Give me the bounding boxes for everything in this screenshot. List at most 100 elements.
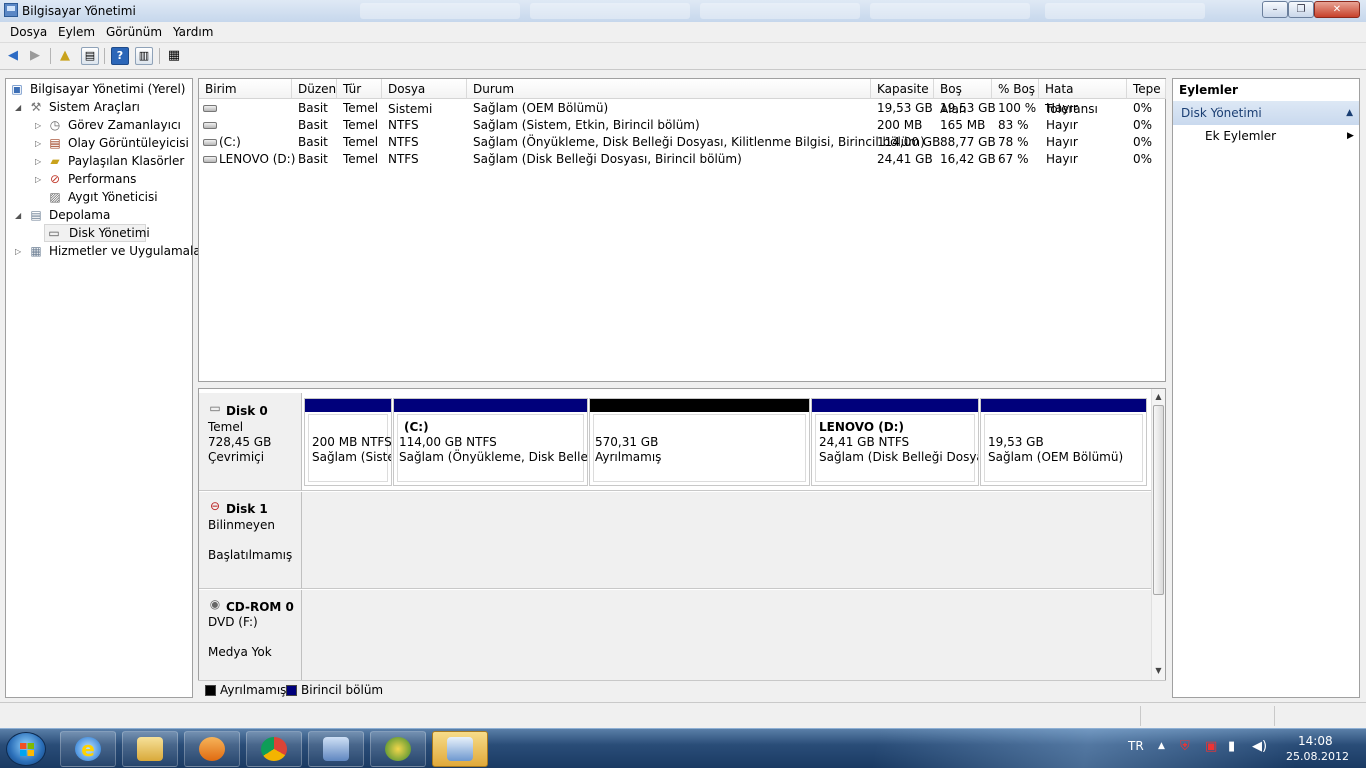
expand-arrow-icon[interactable]: ▷ — [35, 153, 41, 171]
expand-arrow-icon[interactable]: ▷ — [35, 171, 41, 189]
taskbar: e TR ▲ ⛨ ▣ ▮ ◀) 14:08 25.08.2012 — [0, 728, 1366, 768]
column-header-kapasite[interactable]: Kapasite — [871, 79, 934, 99]
partition-unallocated[interactable]: 570,31 GB Ayrılmamış — [589, 398, 810, 486]
actions-header: Eylemler — [1179, 83, 1238, 97]
taskbar-internet-explorer[interactable]: e — [60, 731, 116, 767]
expand-arrow-icon[interactable]: ▷ — [35, 135, 41, 153]
forward-icon[interactable]: ▶ — [26, 47, 44, 65]
partition-oem[interactable]: 19,53 GB Sağlam (OEM Bölümü) — [980, 398, 1147, 486]
show-hide-action-pane-icon[interactable]: ▥ — [135, 47, 153, 65]
folder-icon — [137, 737, 163, 761]
volume-drive-icon — [203, 105, 217, 112]
collapse-up-icon[interactable]: ▲ — [1346, 101, 1353, 125]
close-button[interactable]: ✕ — [1314, 1, 1360, 18]
language-indicator[interactable]: TR — [1128, 739, 1144, 753]
actions-section-disk-management[interactable]: Disk Yönetimi ▲ — [1173, 101, 1359, 125]
tree-node-task-scheduler[interactable]: ▷ ◷ Görev Zamanlayıcı — [6, 116, 186, 134]
tree-node-storage[interactable]: ◢ ▤ Depolama — [6, 206, 186, 224]
column-header-hata-toleransi[interactable]: Hata Toleransı — [1039, 79, 1127, 116]
properties-icon[interactable]: ▦ — [165, 47, 183, 65]
partition-name: LENOVO (D:) — [819, 420, 904, 434]
table-row[interactable]: (C:) Basit Temel NTFS Sağlam (Önyükleme, Dis… — [199, 134, 1165, 151]
cell-hata-toleransi: Hayır — [1046, 118, 1078, 132]
column-header-dosya-sistemi[interactable]: Dosya Sistemi — [382, 79, 467, 116]
device-warning-icon[interactable]: ▣ — [1205, 739, 1217, 754]
taskbar-computer-management[interactable] — [432, 731, 488, 767]
taskbar-explorer[interactable] — [122, 731, 178, 767]
antivirus-icon[interactable]: ⛨ — [1180, 739, 1190, 754]
column-header-tepe[interactable]: Tepe — [1127, 79, 1166, 99]
cell-yuzde-bos: 100 % — [998, 101, 1037, 115]
column-header-bos-alan[interactable]: Boş Alan — [934, 79, 992, 116]
help-icon[interactable]: ? — [111, 47, 129, 65]
cell-dosya-sistemi: NTFS — [388, 118, 419, 132]
tree-node-services[interactable]: ▷ ▦ Hizmetler ve Uygulamalar — [6, 242, 206, 261]
title-bar[interactable]: Bilgisayar Yönetimi – ❐ ✕ — [0, 0, 1366, 23]
column-header-birim[interactable]: Birim — [199, 79, 292, 99]
disk-0-label[interactable]: ▭ Disk 0 Temel 728,45 GB Çevrimiçi — [199, 393, 302, 491]
primary-partition-bar — [981, 399, 1146, 412]
cell-bos-alan: 165 MB — [940, 118, 986, 132]
app-icon — [385, 737, 411, 761]
column-header-tur[interactable]: Tür — [337, 79, 382, 99]
column-header-durum[interactable]: Durum — [467, 79, 871, 99]
cell-tur: Temel — [343, 152, 379, 166]
cell-durum: Sağlam (OEM Bölümü) — [473, 101, 609, 115]
tree-node-shared-folders[interactable]: ▷ ▰ Paylaşılan Klasörler — [6, 152, 186, 170]
minimize-button[interactable]: – — [1262, 1, 1288, 18]
expand-arrow-icon[interactable]: ▷ — [15, 243, 21, 261]
disk-name: Disk 1 — [226, 502, 268, 516]
up-folder-icon[interactable]: ▲ — [56, 47, 74, 65]
cell-tepe: 0% — [1133, 101, 1153, 115]
clock-time[interactable]: 14:08 — [1298, 734, 1333, 748]
partition-c[interactable]: (C:) 114,00 GB NTFS Sağlam (Önyükleme, D… — [393, 398, 588, 486]
taskbar-chrome[interactable] — [246, 731, 302, 767]
menu-dosya[interactable]: Dosya — [10, 25, 47, 39]
menu-gorunum[interactable]: Görünüm — [106, 25, 162, 39]
tree-node-performance[interactable]: ▷ ⊘ Performans — [6, 170, 186, 188]
table-row[interactable]: Basit Temel NTFS Sağlam (Sistem, Etkin, Bir… — [199, 117, 1165, 134]
partition-lenovo-d[interactable]: LENOVO (D:) 24,41 GB NTFS Sağlam (Disk B… — [811, 398, 979, 486]
column-header-duzen[interactable]: Düzen — [292, 79, 337, 99]
cell-birim: (C:) — [219, 135, 241, 149]
taskbar-remote-desktop[interactable] — [308, 731, 364, 767]
taskbar-media-player[interactable] — [184, 731, 240, 767]
collapse-arrow-icon[interactable]: ◢ — [15, 207, 21, 225]
column-header-yuzde-bos[interactable]: % Boş — [992, 79, 1039, 99]
tree-node-disk-management[interactable]: ▭ Disk Yönetimi — [44, 224, 150, 242]
partition-status: Ayrılmamış — [595, 450, 662, 464]
start-button[interactable] — [6, 732, 46, 766]
submenu-arrow-icon[interactable]: ▶ — [1347, 131, 1354, 141]
tree-node-system-tools[interactable]: ◢ ⚒ Sistem Araçları — [6, 98, 186, 116]
expand-arrow-icon[interactable]: ▷ — [35, 117, 41, 135]
show-hide-tree-icon[interactable]: ▤ — [81, 47, 99, 65]
menu-yardim[interactable]: Yardım — [173, 25, 213, 39]
table-row[interactable]: LENOVO (D:) Basit Temel NTFS Sağlam (Disk Be… — [199, 151, 1165, 168]
collapse-arrow-icon[interactable]: ◢ — [15, 99, 21, 117]
show-hidden-icons-icon[interactable]: ▲ — [1158, 741, 1165, 751]
scroll-thumb[interactable] — [1153, 405, 1164, 595]
vertical-scrollbar[interactable]: ▲ ▼ — [1151, 389, 1165, 697]
clock-date[interactable]: 25.08.2012 — [1286, 750, 1349, 763]
back-icon[interactable]: ◀ — [4, 47, 22, 65]
menu-eylem[interactable]: Eylem — [58, 25, 95, 39]
partition-size: 24,41 GB NTFS — [819, 435, 910, 449]
tree-node-device-manager[interactable]: ▨ Aygıt Yöneticisi — [6, 188, 186, 206]
partition-status: Sağlam (OEM Bölümü) — [988, 450, 1124, 464]
disk-status: Çevrimiçi — [208, 450, 265, 464]
taskbar-app[interactable] — [370, 731, 426, 767]
disk-1-label[interactable]: ⊖ Disk 1 Bilinmeyen Başlatılmamış — [199, 492, 302, 589]
more-actions-item[interactable]: Ek Eylemler — [1205, 129, 1276, 143]
primary-partition-bar — [305, 399, 391, 412]
scroll-up-icon[interactable]: ▲ — [1152, 392, 1165, 401]
cdrom-0-label[interactable]: ◉ CD-ROM 0 DVD (F:) Medya Yok — [199, 590, 302, 682]
disk-status: Medya Yok — [208, 645, 272, 659]
cell-birim: LENOVO (D:) — [219, 152, 296, 166]
table-row[interactable]: Basit Temel Sağlam (OEM Bölümü) 19,53 GB 19,… — [199, 100, 1165, 117]
tree-node-event-viewer[interactable]: ▷ ▤ Olay Görüntüleyicisi — [6, 134, 189, 153]
partition-system-reserved[interactable]: 200 MB NTFS Sağlam (Sistem, Etkin, Birin… — [304, 398, 392, 486]
scroll-down-icon[interactable]: ▼ — [1152, 666, 1165, 675]
volume-icon[interactable]: ◀) — [1252, 739, 1267, 754]
restore-button[interactable]: ❐ — [1288, 1, 1314, 18]
network-icon[interactable]: ▮ — [1228, 739, 1235, 754]
